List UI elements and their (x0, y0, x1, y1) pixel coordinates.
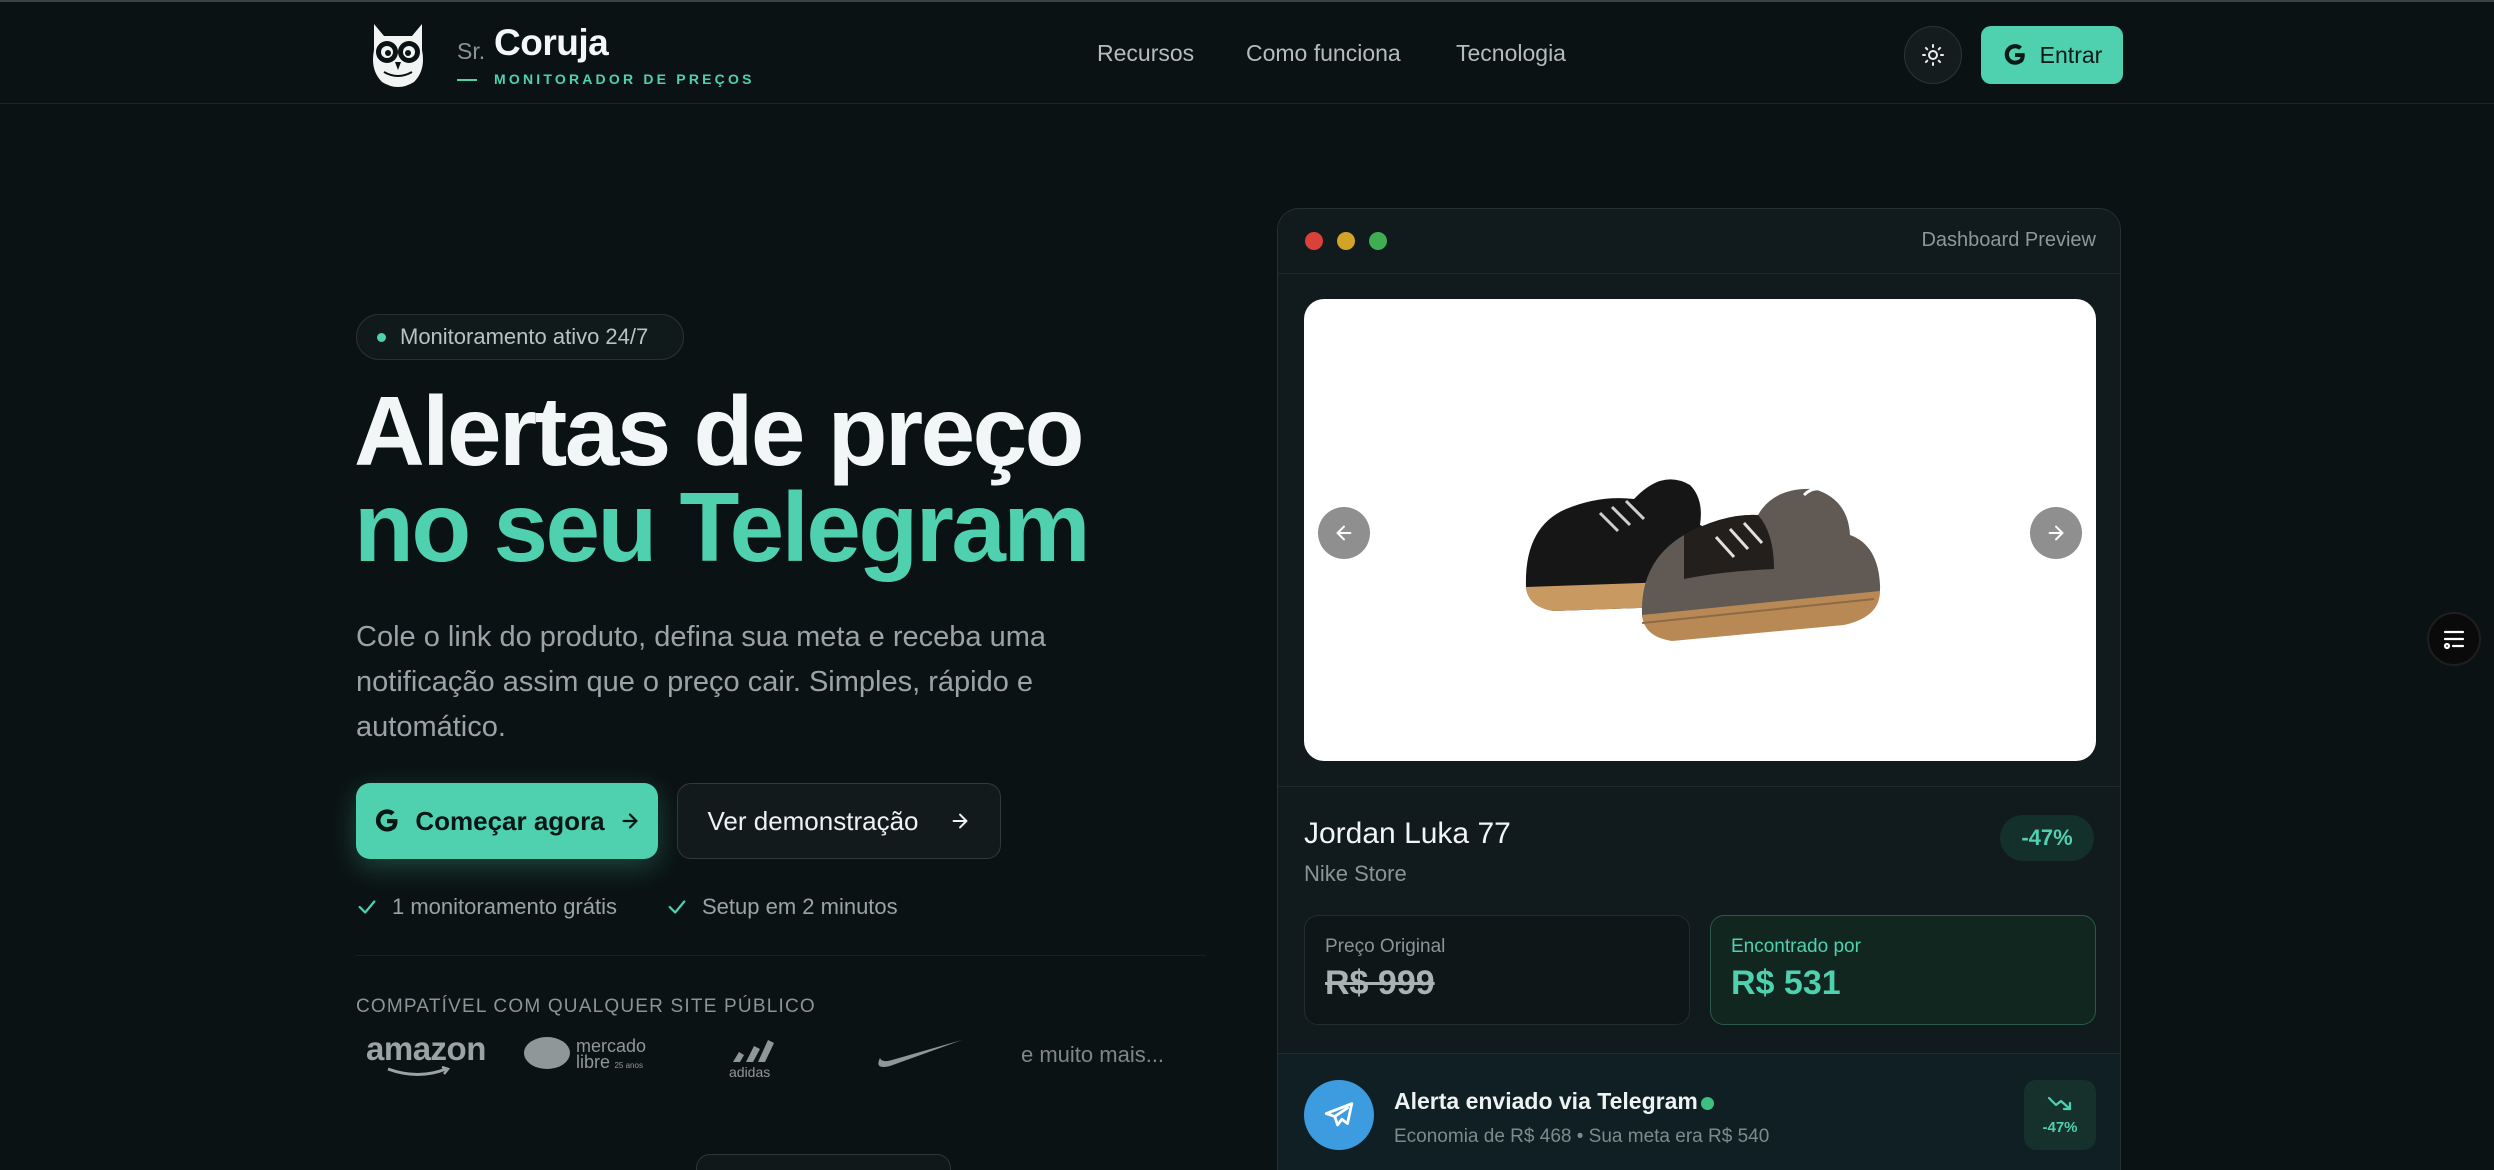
check-icon (668, 900, 686, 914)
carousel-prev-button[interactable] (1318, 507, 1370, 559)
alert-subtitle: Economia de R$ 468 • Sua meta era R$ 540 (1394, 1126, 1770, 1147)
login-button[interactable]: Entrar (1981, 26, 2123, 84)
sun-icon (1922, 44, 1944, 66)
found-price-box: Encontrado por R$ 531 (1710, 915, 2096, 1025)
trending-down-icon (2047, 1096, 2072, 1110)
arrow-right-icon (622, 813, 638, 829)
amazon-smile-icon (387, 1066, 451, 1076)
login-label: Entrar (2039, 41, 2103, 68)
trend-indicator: -47% (2024, 1080, 2096, 1150)
brand-name[interactable]: Coruja (494, 22, 609, 64)
window-minimize-dot (1337, 232, 1355, 250)
hero-description: Cole o link do produto, defina sua meta … (356, 621, 1046, 743)
mercado-libre-emblem-icon (524, 1037, 570, 1069)
feature-check-setup: Setup em 2 minutos (666, 894, 898, 920)
amazon-wordmark: amazon (366, 1030, 486, 1067)
nav-link-como-funciona[interactable]: Como funciona (1246, 40, 1401, 67)
top-navbar: Sr. Coruja MONITORADOR DE PREÇOS Recurso… (0, 2, 2494, 104)
trend-value: -47% (2042, 1118, 2078, 1136)
product-name: Jordan Luka 77 (1304, 817, 1511, 850)
theme-toggle-button[interactable] (1904, 26, 1962, 84)
view-demo-label: Ver demonstração (707, 805, 919, 836)
start-now-button[interactable]: Começar agora (356, 783, 658, 859)
telegram-alert: Alerta enviado via Telegram Economia de … (1278, 1053, 2120, 1170)
product-store: Nike Store (1304, 861, 1407, 886)
mercado-libre-logo: mercado libre 25 anos (523, 1036, 646, 1075)
original-price-box: Preço Original R$ 999 (1304, 915, 1690, 1025)
window-close-dot (1305, 232, 1323, 250)
product-image-carousel (1304, 299, 2096, 761)
adidas-wordmark: adidas (729, 1064, 771, 1080)
sneaker-image (1525, 479, 1881, 641)
start-now-label: Começar agora (415, 805, 605, 836)
dashboard-preview-card: Dashboard Preview Jordan Luka 77 Nike St… (1277, 208, 2121, 1170)
status-dot (377, 332, 386, 342)
discount-badge: -47% (2000, 815, 2094, 861)
telegram-icon (1304, 1080, 1374, 1150)
hero-title-line1: Alertas de preço (354, 376, 1084, 486)
feature-check-free-text: 1 monitoramento grátis (392, 894, 617, 919)
nike-swoosh-icon (872, 1036, 964, 1077)
feature-check-setup-text: Setup em 2 minutos (702, 894, 898, 919)
view-demo-button[interactable]: Ver demonstração (677, 783, 1001, 859)
brand-dash (457, 79, 477, 81)
chevron-right-icon (2048, 525, 2064, 541)
status-pill-text: Monitoramento ativo 24/7 (400, 324, 649, 349)
scroll-indicator[interactable] (696, 1154, 951, 1170)
chevron-left-icon (1336, 525, 1352, 541)
card-divider (1278, 786, 2120, 787)
google-icon (2004, 44, 2025, 65)
list-filter-icon[interactable] (2427, 612, 2481, 666)
nav-link-recursos[interactable]: Recursos (1097, 40, 1194, 67)
adidas-logo: adidas (727, 1038, 777, 1080)
hero-title-line2: no seu Telegram (354, 472, 1091, 582)
arrow-right-icon (952, 813, 967, 829)
section-divider (356, 955, 1206, 956)
google-icon (376, 809, 398, 832)
carousel-next-button[interactable] (2030, 507, 2082, 559)
original-price-value: R$ 999 (1325, 964, 1435, 1002)
brand-prefix: Sr. (457, 38, 486, 64)
found-price-label: Encontrado por (1731, 936, 1861, 957)
amazon-logo: amazon (366, 1030, 486, 1076)
check-icon (358, 900, 376, 914)
owl-logo-icon[interactable] (368, 20, 428, 88)
status-pill: Monitoramento ativo 24/7 (356, 314, 684, 360)
window-titlebar: Dashboard Preview (1278, 209, 2120, 274)
brand-tagline: MONITORADOR DE PREÇOS (494, 71, 755, 87)
compat-title: COMPATÍVEL COM QUALQUER SITE PÚBLICO (356, 996, 816, 1017)
more-stores-text: e muito mais... (1021, 1042, 1165, 1067)
alert-title: Alerta enviado via Telegram (1394, 1088, 1698, 1114)
libre-anos-text: 25 anos (614, 1061, 643, 1070)
adidas-stripes-icon (733, 1040, 774, 1062)
feature-check-free: 1 monitoramento grátis (356, 894, 617, 920)
alert-status-dot (1701, 1097, 1714, 1110)
window-title: Dashboard Preview (1921, 229, 2096, 251)
window-maximize-dot (1369, 232, 1387, 250)
original-price-label: Preço Original (1325, 936, 1446, 957)
found-price-value: R$ 531 (1731, 964, 1841, 1002)
nav-link-tecnologia[interactable]: Tecnologia (1456, 40, 1566, 67)
libre-text: libre (576, 1052, 611, 1072)
